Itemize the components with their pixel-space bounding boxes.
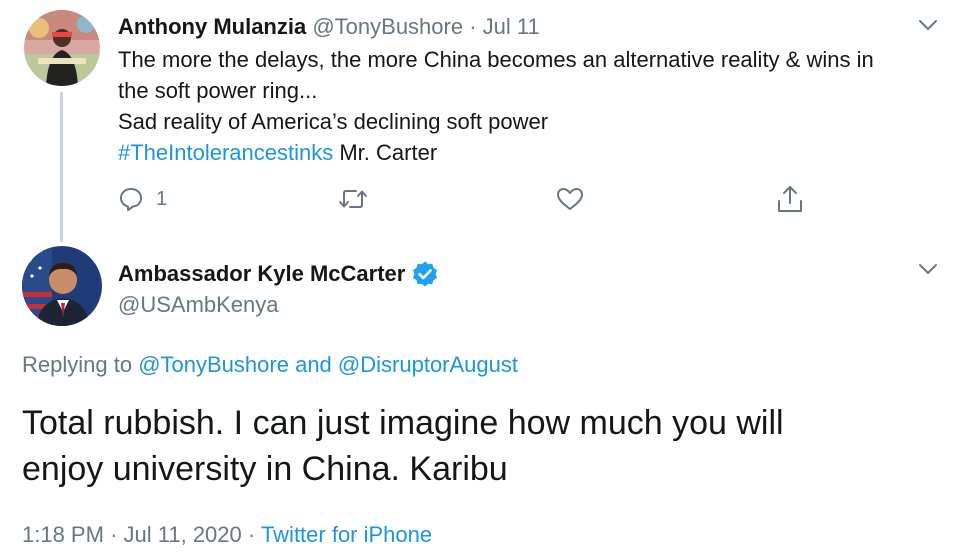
hashtag-link[interactable]: #TheIntolerancestinks — [118, 140, 333, 165]
share-icon — [778, 186, 802, 212]
avatar[interactable] — [24, 10, 100, 86]
tweet-time[interactable]: 1:18 PM — [22, 522, 104, 547]
avatar[interactable] — [22, 246, 102, 326]
replying-prefix: Replying to — [22, 352, 133, 377]
chevron-down-icon[interactable] — [918, 262, 938, 276]
replying-to: Replying to @TonyBushore and @DisruptorA… — [22, 352, 518, 378]
tweet-tail: Mr. Carter — [339, 140, 438, 165]
handle[interactable]: @TonyBushore — [312, 14, 463, 39]
thread-connector — [60, 92, 63, 242]
tweet-line: Total rubbish. I can just imagine how mu… — [22, 404, 784, 442]
separator: · — [110, 522, 118, 547]
tweet-timestamp: 1:18 PM · Jul 11, 2020 · Twitter for iPh… — [22, 522, 432, 548]
reply-count: 1 — [156, 187, 168, 210]
mention-link[interactable]: @TonyBushore — [138, 352, 289, 377]
tweet-author: Ambassador Kyle McCarter — [118, 260, 439, 288]
separator: · — [247, 522, 256, 547]
tweet-header: Anthony Mulanzia @TonyBushore · Jul 11 — [118, 14, 540, 40]
tweet-line: the soft power ring... — [118, 78, 318, 103]
like-icon — [557, 188, 583, 210]
tweet-date[interactable]: Jul 11, 2020 — [124, 522, 242, 547]
display-name[interactable]: Anthony Mulanzia — [118, 14, 306, 39]
display-name[interactable]: Ambassador Kyle McCarter — [118, 261, 405, 287]
tweet-line: The more the delays, the more China beco… — [118, 47, 874, 72]
separator: · — [469, 14, 477, 39]
tweet-source-link[interactable]: Twitter for iPhone — [261, 522, 432, 547]
chevron-down-icon[interactable] — [918, 18, 938, 32]
verified-badge-icon — [413, 261, 438, 287]
reply-icon — [120, 188, 142, 211]
avatar-image — [24, 10, 100, 86]
tweet-line: Sad reality of America’s declining soft … — [118, 109, 549, 134]
avatar-image — [22, 246, 102, 326]
tweet-text: The more the delays, the more China beco… — [118, 44, 918, 168]
tweet-line: enjoy university in China. Karibu — [22, 450, 508, 488]
tweet-text: Total rubbish. I can just imagine how mu… — [22, 400, 922, 492]
tweet-date[interactable]: Jul 11 — [483, 14, 540, 39]
retweet-icon — [339, 190, 367, 208]
share-button[interactable] — [776, 184, 804, 214]
retweet-button[interactable] — [338, 186, 368, 212]
handle[interactable]: @USAmbKenya — [118, 292, 279, 318]
reply-button[interactable]: 1 — [118, 186, 167, 212]
replying-and[interactable]: and — [295, 352, 332, 377]
like-button[interactable] — [556, 186, 584, 212]
mention-link[interactable]: @DisruptorAugust — [338, 352, 518, 377]
tweet-line: #TheIntolerancestinks Mr. Carter — [118, 137, 918, 168]
